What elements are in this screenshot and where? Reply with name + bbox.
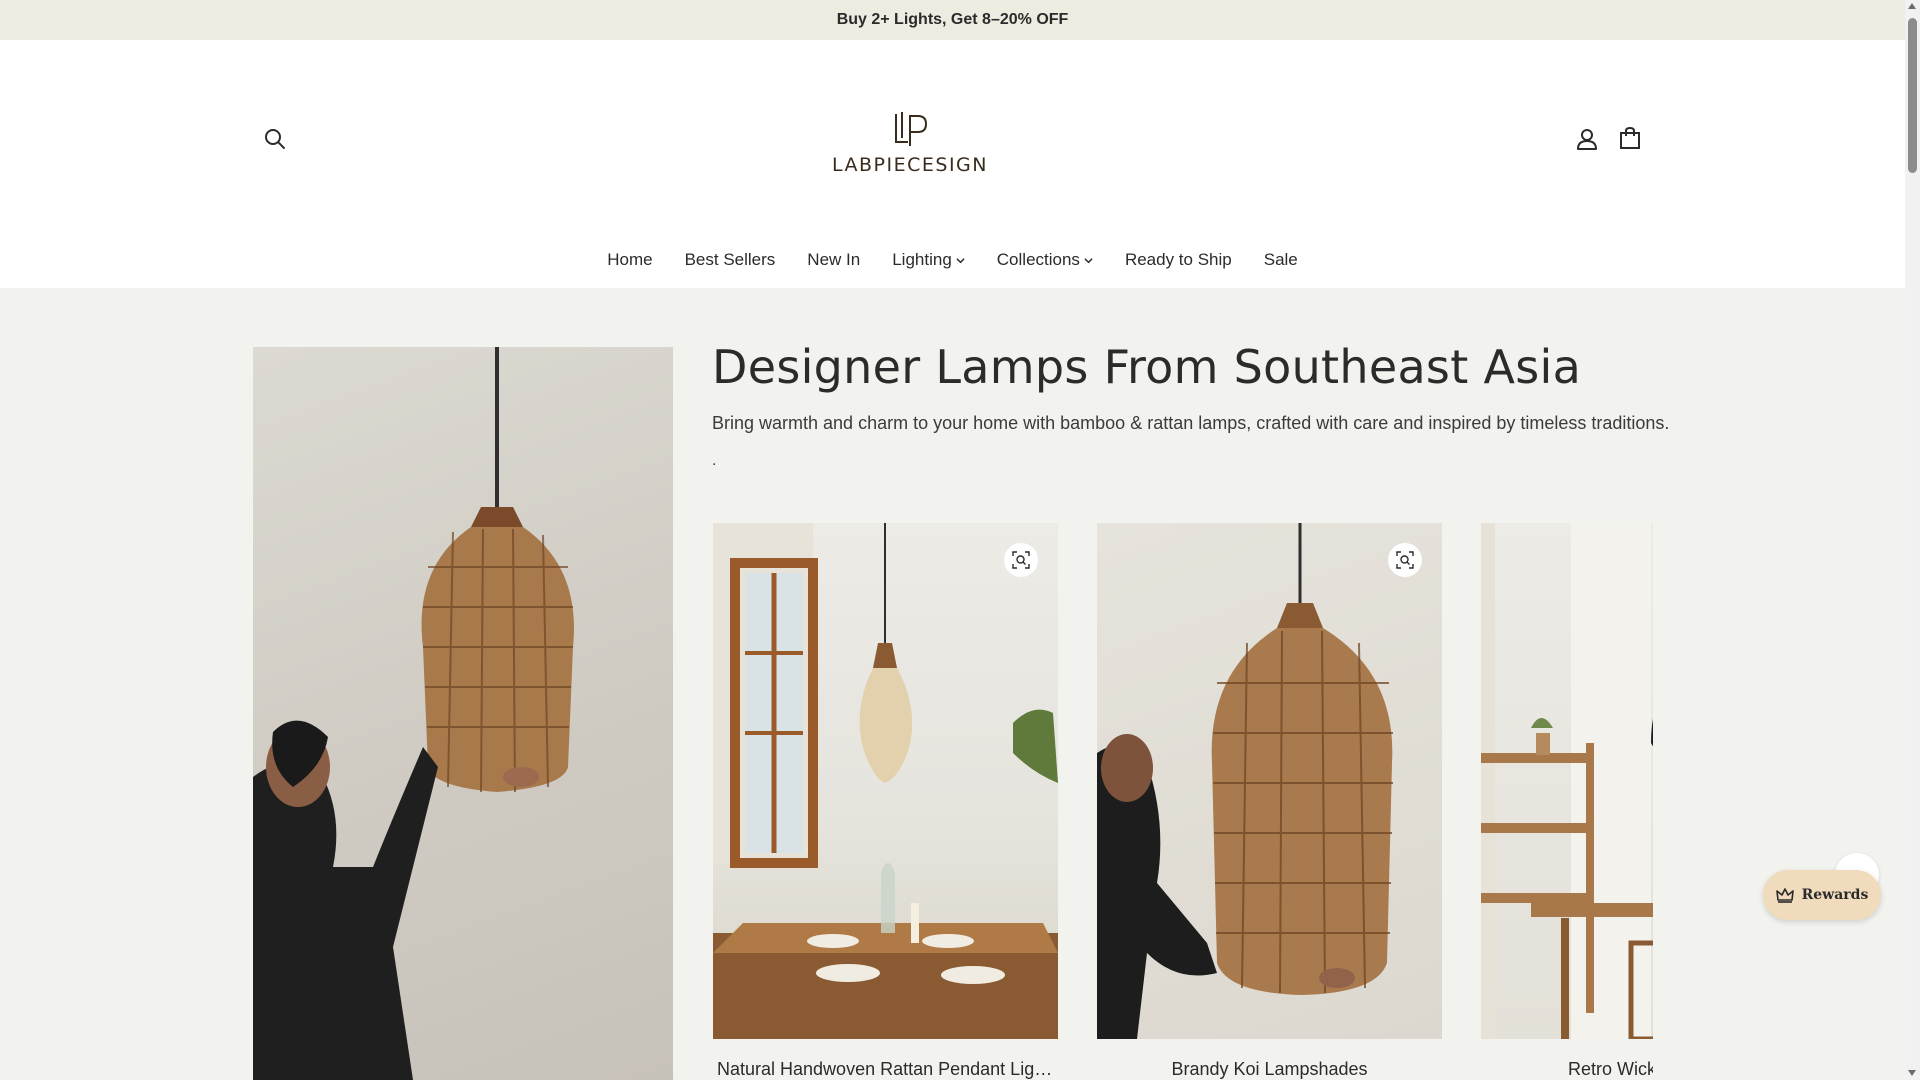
nav-item-label: Best Sellers bbox=[684, 250, 776, 269]
quick-view-icon bbox=[1396, 551, 1414, 569]
nav-item-best-sellers[interactable]: Best Sellers bbox=[669, 250, 792, 270]
product-card[interactable]: Retro Wicker Pendan bbox=[1481, 523, 1653, 1080]
collection-description: Bring warmth and charm to your home with… bbox=[712, 413, 1670, 433]
page-scrollbar[interactable] bbox=[1905, 0, 1920, 1080]
collection-hero-image bbox=[253, 347, 673, 1080]
site-header: LABPIECESIGN Home Best Sellers New In Li… bbox=[0, 40, 1905, 288]
nav-item-label: Lighting bbox=[892, 250, 952, 269]
account-button[interactable] bbox=[1575, 127, 1599, 151]
user-icon bbox=[1577, 129, 1597, 150]
cart-button[interactable] bbox=[1618, 126, 1642, 150]
logo-text: LABPIECESIGN bbox=[832, 154, 988, 176]
nav-item-label: Collections bbox=[996, 250, 1080, 269]
product-grid: Natural Handwoven Rattan Pendant Light f… bbox=[713, 523, 1653, 1080]
scroll-up-arrow-icon[interactable] bbox=[1908, 3, 1916, 9]
nav-item-label: Ready to Ship bbox=[1124, 250, 1232, 269]
nav-item-sale[interactable]: Sale bbox=[1248, 250, 1314, 270]
collection-title: Designer Lamps From Southeast Asia bbox=[712, 340, 1582, 394]
crown-icon bbox=[1775, 888, 1794, 903]
product-image[interactable] bbox=[1481, 523, 1653, 1039]
collection-description-extra: . bbox=[712, 452, 717, 469]
product-card[interactable]: Natural Handwoven Rattan Pendant Light f… bbox=[713, 523, 1058, 1080]
product-illustration bbox=[1097, 523, 1393, 1039]
nav-item-home[interactable]: Home bbox=[591, 250, 668, 270]
search-button[interactable] bbox=[263, 127, 287, 151]
announcement-bar: Buy 2+ Lights, Get 8–20% OFF bbox=[0, 0, 1905, 40]
quick-view-icon bbox=[1012, 551, 1030, 569]
product-title[interactable]: Brandy Koi Lampshades bbox=[1097, 1059, 1442, 1080]
scroll-down-arrow-icon[interactable] bbox=[1908, 1070, 1916, 1076]
shopping-bag-icon bbox=[1620, 126, 1640, 149]
nav-item-new-in[interactable]: New In bbox=[791, 250, 876, 270]
product-title[interactable]: Retro Wicker Pendan bbox=[1481, 1059, 1653, 1080]
product-card[interactable]: Brandy Koi Lampshades bbox=[1097, 523, 1442, 1080]
quick-view-button[interactable] bbox=[1388, 543, 1422, 577]
nav-item-collections[interactable]: Collections bbox=[981, 250, 1109, 270]
hero-illustration bbox=[253, 347, 574, 1080]
nav-item-label: Sale bbox=[1263, 250, 1298, 269]
scrollbar-thumb[interactable] bbox=[1908, 18, 1917, 173]
product-image[interactable] bbox=[713, 523, 1058, 1039]
product-title[interactable]: Natural Handwoven Rattan Pendant Light f… bbox=[713, 1059, 1058, 1080]
nav-item-label: Home bbox=[607, 250, 653, 269]
nav-item-lighting[interactable]: Lighting bbox=[876, 250, 981, 270]
chevron-down-icon bbox=[956, 257, 965, 263]
chevron-down-icon bbox=[1084, 257, 1093, 263]
nav-item-label: New In bbox=[807, 250, 861, 269]
site-logo[interactable]: LABPIECESIGN bbox=[830, 110, 990, 185]
search-icon bbox=[265, 129, 285, 149]
nav-item-ready-to-ship[interactable]: Ready to Ship bbox=[1109, 250, 1248, 270]
product-image[interactable] bbox=[1097, 523, 1442, 1039]
product-illustration bbox=[713, 523, 1058, 1039]
quick-view-button[interactable] bbox=[1004, 543, 1038, 577]
main-nav: Home Best Sellers New In Lighting Collec… bbox=[0, 240, 1905, 280]
announcement-text: Buy 2+ Lights, Get 8–20% OFF bbox=[836, 11, 1069, 28]
rewards-label: Rewards bbox=[1801, 887, 1869, 903]
product-illustration bbox=[1481, 523, 1653, 1039]
rewards-button[interactable]: Rewards bbox=[1763, 870, 1881, 920]
logo-mark-icon bbox=[895, 112, 928, 146]
